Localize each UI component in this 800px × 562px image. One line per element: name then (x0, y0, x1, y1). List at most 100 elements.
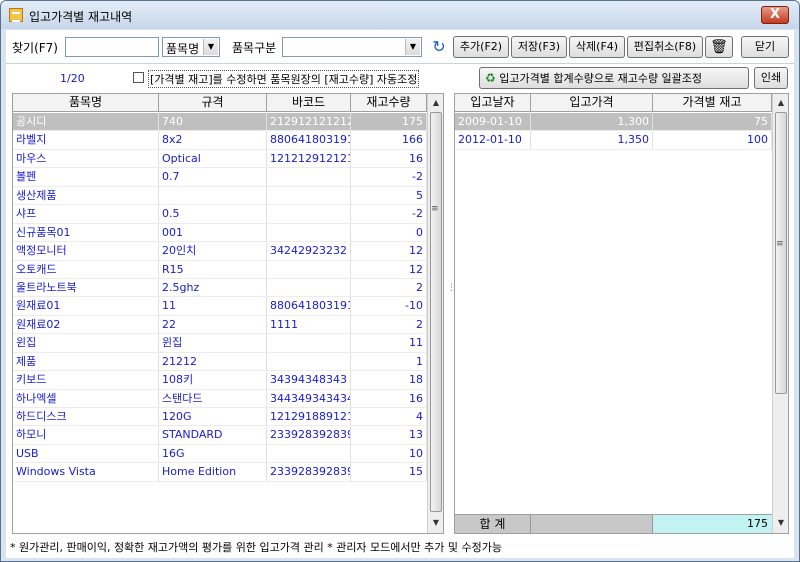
category-select[interactable]: ▼ (282, 37, 422, 57)
table-row[interactable]: 신규품목01 001 0 (13, 223, 427, 243)
cell-item-name[interactable]: 제품 (13, 352, 159, 371)
cell-receipt-price[interactable]: 1,300 (531, 113, 653, 131)
item-grid-scrollbar[interactable]: ▲ ≡ ▼ (427, 94, 443, 533)
cell-item-name[interactable]: 액정모니터 (13, 242, 159, 260)
price-grid-scrollbar[interactable]: ▲ ≡ ▼ (772, 94, 788, 533)
table-row[interactable]: Windows VistaHome Edition233928392839231… (13, 463, 427, 482)
field-select[interactable]: 품목명 ▼ (162, 37, 220, 57)
cell-spec[interactable]: 22 (159, 315, 267, 334)
cancel-edit-button[interactable]: 편집취소(F8) (627, 36, 703, 58)
cell-spec[interactable]: 16G (159, 444, 267, 463)
table-row[interactable]: USB 16G 10 (13, 444, 427, 464)
cell-item-name[interactable]: USB (13, 444, 159, 463)
table-row[interactable]: 원재료02 22 1111 2 (13, 315, 427, 335)
cell-barcode[interactable] (267, 278, 351, 297)
price-grid[interactable]: 입고날자 입고가격 가격별 재고 2009-01-10 1,300 75 2012-0… (454, 93, 789, 534)
trash-button[interactable]: 🗑 (705, 36, 733, 58)
cell-spec[interactable]: 8x2 (159, 131, 267, 149)
cell-item-name[interactable]: 생산제품 (13, 186, 159, 205)
refresh-icon[interactable]: ↻ (430, 38, 448, 56)
cell-barcode[interactable]: 1212918891212 (267, 408, 351, 426)
cell-item-name[interactable]: 신규품목01 (13, 223, 159, 242)
cell-spec[interactable]: 0.5 (159, 205, 267, 223)
cell-spec[interactable]: 21212 (159, 352, 267, 371)
table-row[interactable]: 원재료01118806418031917-10 (13, 297, 427, 316)
cell-item-name[interactable]: 하드디스크 (13, 408, 159, 426)
cell-stock-qty[interactable]: 5 (351, 186, 427, 205)
cell-stock-qty[interactable]: 175 (351, 113, 427, 131)
table-row[interactable]: 공시디 740 212912121212 175 (13, 113, 427, 132)
col-receipt-price[interactable]: 입고가격 (531, 94, 653, 112)
scroll-down-icon[interactable]: ▼ (773, 515, 788, 531)
chevron-down-icon[interactable]: ▼ (203, 39, 218, 55)
table-row[interactable]: 오토캐드 R15 12 (13, 260, 427, 279)
cell-stock-qty[interactable]: 16 (351, 149, 427, 168)
cell-item-name[interactable]: 원재료01 (13, 297, 159, 315)
cell-item-name[interactable]: 원재료02 (13, 315, 159, 334)
cell-barcode[interactable] (267, 168, 351, 186)
table-row[interactable]: 하모니STANDARD2339283928392313 (13, 426, 427, 445)
cell-stock-qty[interactable]: 10 (351, 444, 427, 463)
table-row[interactable]: 2012-01-10 1,350 100 (455, 131, 772, 150)
cell-spec[interactable]: Optical (159, 149, 267, 168)
cell-item-name[interactable]: 라벨지 (13, 131, 159, 149)
col-receipt-date[interactable]: 입고날자 (455, 94, 531, 112)
cell-stock-qty[interactable]: 4 (351, 408, 427, 426)
cell-spec[interactable]: 스탠다드 (159, 389, 267, 407)
cell-barcode[interactable] (267, 260, 351, 278)
cell-price-stock[interactable]: 100 (653, 131, 772, 149)
cell-barcode[interactable]: 34394348343 (267, 371, 351, 389)
cell-spec[interactable]: Home Edition (159, 463, 267, 481)
cell-barcode[interactable]: 34242923232 (267, 242, 351, 260)
table-row[interactable]: 하드디스크120G12129188912124 (13, 408, 427, 427)
cell-stock-qty[interactable]: 15 (351, 463, 427, 481)
scroll-up-icon[interactable]: ▲ (773, 95, 788, 111)
cell-item-name[interactable]: 볼펜 (13, 168, 159, 186)
scroll-thumb[interactable] (430, 112, 442, 512)
col-spec[interactable]: 규격 (159, 94, 267, 112)
cell-spec[interactable] (159, 186, 267, 205)
cell-barcode[interactable]: 8806418031917 (267, 131, 351, 149)
cell-barcode[interactable] (267, 186, 351, 205)
cell-spec[interactable]: 740 (159, 113, 267, 131)
close-button[interactable]: 닫기 (741, 36, 789, 58)
auto-adjust-checkbox[interactable] (133, 72, 144, 83)
table-row[interactable]: 울트라노트북 2.5ghz 2 (13, 278, 427, 298)
cell-spec[interactable]: 20인치 (159, 242, 267, 260)
add-button[interactable]: 추가(F2) (453, 36, 509, 58)
cell-barcode[interactable] (267, 352, 351, 371)
table-row[interactable]: 윈집 윈집 11 (13, 334, 427, 353)
cell-item-name[interactable]: 윈집 (13, 334, 159, 352)
cell-barcode[interactable] (267, 205, 351, 223)
cell-spec[interactable]: STANDARD (159, 426, 267, 444)
cell-item-name[interactable]: 공시디 (13, 113, 159, 131)
cell-spec[interactable]: 윈집 (159, 334, 267, 352)
chevron-down-icon[interactable]: ▼ (405, 39, 420, 55)
cell-barcode[interactable]: 1111 (267, 315, 351, 334)
table-row[interactable]: 생산제품 5 (13, 186, 427, 206)
cell-stock-qty[interactable]: 13 (351, 426, 427, 444)
item-grid[interactable]: 품목명 규격 바코드 재고수량 공시디 740 212912121212 175 라벨지… (12, 93, 444, 534)
cell-stock-qty[interactable]: 12 (351, 242, 427, 260)
table-row[interactable]: 마우스 Optical 121212912121 16 (13, 149, 427, 169)
cell-item-name[interactable]: 오토캐드 (13, 260, 159, 278)
print-button[interactable]: 인쇄 (754, 67, 788, 89)
title-bar[interactable]: 입고가격별 재고내역 X (1, 1, 799, 29)
cell-barcode[interactable] (267, 444, 351, 463)
table-row[interactable]: 라벨지8x28806418031917166 (13, 131, 427, 150)
cell-barcode[interactable] (267, 334, 351, 352)
cell-barcode[interactable]: 8806418031917 (267, 297, 351, 315)
find-input[interactable] (65, 37, 159, 57)
cell-spec[interactable]: 0.7 (159, 168, 267, 186)
col-barcode[interactable]: 바코드 (267, 94, 351, 112)
cell-barcode[interactable]: 23392839283923 (267, 426, 351, 444)
cell-barcode[interactable]: 344349343434 (267, 389, 351, 407)
cell-spec[interactable]: 11 (159, 297, 267, 315)
cell-item-name[interactable]: Windows Vista (13, 463, 159, 481)
cell-stock-qty[interactable]: 11 (351, 334, 427, 352)
cell-stock-qty[interactable]: 2 (351, 315, 427, 334)
table-row[interactable]: 2009-01-10 1,300 75 (455, 113, 772, 132)
cell-spec[interactable]: 2.5ghz (159, 278, 267, 297)
save-button[interactable]: 저장(F3) (511, 36, 567, 58)
cell-stock-qty[interactable]: 18 (351, 371, 427, 389)
